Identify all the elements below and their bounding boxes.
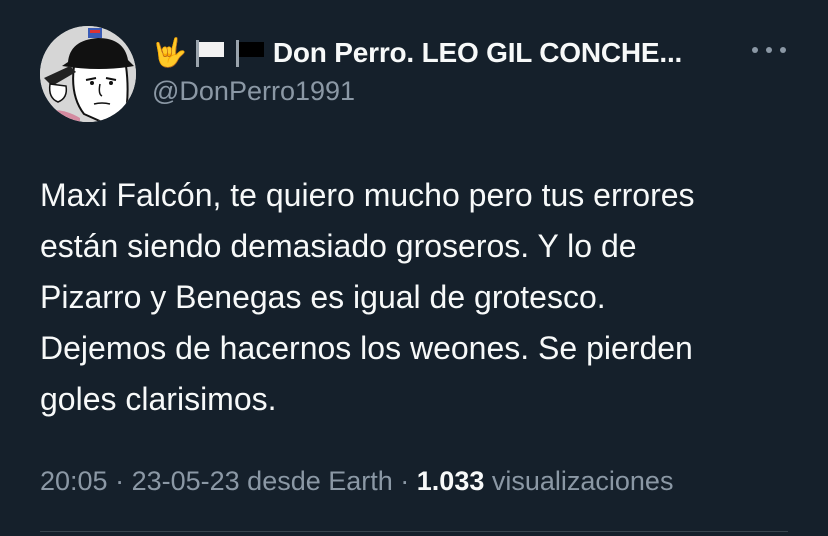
meta-separator: · bbox=[107, 466, 132, 496]
tweet-date[interactable]: 23-05-23 bbox=[132, 466, 240, 497]
more-options-icon[interactable] bbox=[752, 40, 786, 60]
tweet-text-line: Maxi Falcón, te quiero mucho pero tus er… bbox=[40, 177, 695, 213]
author-handle[interactable]: @DonPerro1991 bbox=[152, 76, 355, 107]
avatar[interactable] bbox=[40, 26, 136, 122]
tweet-text-line: Dejemos de hacernos los weones. Se pierd… bbox=[40, 330, 693, 366]
meta-separator: · bbox=[392, 466, 417, 496]
tweet-detail: 🤟 Don Perro. LEO GIL CONCHE... @DonPerro… bbox=[0, 0, 828, 536]
dot bbox=[752, 47, 758, 53]
tweet-text-line: Pizarro y Benegas es igual de grotesco. bbox=[40, 279, 606, 315]
white-flag-icon bbox=[195, 40, 224, 67]
tweet-metadata: 20:05 · 23-05-23 desde Earth · 1.033 vis… bbox=[40, 466, 673, 497]
tweet-text-line: goles clarisimos. bbox=[40, 381, 277, 417]
author-name-row[interactable]: 🤟 Don Perro. LEO GIL CONCHE... bbox=[152, 34, 682, 72]
tweet-source: desde Earth bbox=[239, 466, 393, 496]
tweet-text: Maxi Falcón, te quiero mucho pero tus er… bbox=[40, 170, 800, 425]
black-flag-icon bbox=[235, 40, 264, 67]
author-display-name[interactable]: Don Perro. LEO GIL CONCHE... bbox=[273, 37, 682, 69]
tweet-text-line: están siendo demasiado groseros. Y lo de bbox=[40, 228, 637, 264]
tweet-time[interactable]: 20:05 bbox=[40, 466, 108, 497]
avatar-wojak-illustration bbox=[40, 26, 136, 122]
divider bbox=[40, 531, 788, 532]
views-count[interactable]: 1.033 bbox=[417, 466, 485, 497]
views-label[interactable]: visualizaciones bbox=[484, 466, 674, 497]
dot bbox=[780, 47, 786, 53]
rock-hand-emoji-icon: 🤟 bbox=[152, 36, 187, 69]
dot bbox=[766, 47, 772, 53]
